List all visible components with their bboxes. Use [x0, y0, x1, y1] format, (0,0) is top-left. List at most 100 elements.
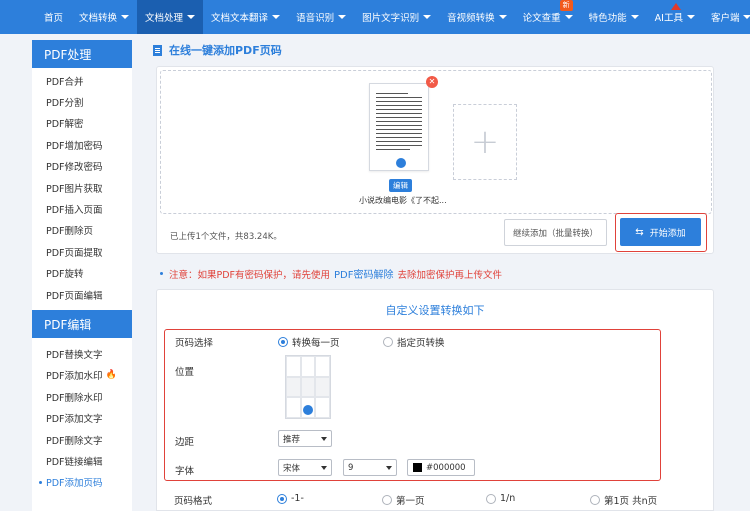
pdf-password-remove-link[interactable]: PDF密码解除: [334, 266, 393, 281]
nav-label: 文档转换: [79, 13, 118, 24]
nav-label: 客户端: [710, 13, 740, 24]
sidebar-item-label: PDF添加水印: [46, 371, 103, 383]
bullet-icon: [160, 272, 163, 275]
chevron-down-icon: [321, 436, 327, 441]
select-value: 宋体: [283, 463, 301, 474]
caret-down-icon: [423, 15, 432, 19]
start-add-button[interactable]: ⇆ 开始添加: [620, 218, 701, 246]
position-cell-top-left[interactable]: [286, 356, 301, 377]
caret-down-icon: [121, 15, 130, 19]
nav-doc-convert[interactable]: 文档转换: [71, 0, 137, 34]
nav-label: 文档处理: [145, 13, 184, 24]
nav-label: 论文查重: [522, 13, 561, 24]
radio-checked-icon: [277, 493, 287, 504]
font-size-select[interactable]: 9: [343, 459, 397, 476]
sidebar-item-pdf-add-page-number[interactable]: PDF添加页码: [32, 472, 132, 493]
nav-ai-tools[interactable]: AI工具: [647, 0, 703, 34]
sidebar-item-pdf-split[interactable]: PDF分割: [32, 91, 132, 112]
nav-home[interactable]: 首页: [36, 0, 71, 34]
nav-client[interactable]: 客户端: [703, 0, 750, 34]
radio-every-page[interactable]: 转换每一页: [278, 335, 340, 349]
position-cell-bottom-right[interactable]: [315, 397, 330, 418]
sidebar-item-pdf-add-watermark[interactable]: PDF添加水印 🔥: [32, 365, 132, 386]
nav-speech[interactable]: 语音识别: [288, 0, 354, 34]
color-swatch-icon: [413, 463, 422, 472]
position-cell-bottom-left[interactable]: [286, 397, 301, 418]
sidebar-item-pdf-add-text[interactable]: PDF添加文字: [32, 407, 132, 428]
margin-select[interactable]: 推荐: [278, 430, 332, 447]
font-family-select[interactable]: 宋体: [278, 459, 332, 476]
sidebar-item-pdf-replace-text[interactable]: PDF替换文字: [32, 343, 132, 364]
nav-label: 图片文字识别: [362, 13, 420, 24]
caret-down-icon: [187, 15, 196, 19]
radio-unchecked-icon: [383, 337, 393, 347]
format-label: 页码格式: [174, 496, 213, 507]
position-cell-middle-left[interactable]: [286, 376, 301, 398]
caret-down-icon: [498, 15, 507, 19]
sidebar-item-pdf-delete-text[interactable]: PDF删除文字: [32, 429, 132, 450]
sidebar-item-pdf-rotate[interactable]: PDF旋转: [32, 263, 132, 284]
page-title-text: 在线一键添加PDF页码: [169, 44, 282, 57]
nav-ocr[interactable]: 图片文字识别: [354, 0, 439, 34]
sidebar-item-pdf-delete-page[interactable]: PDF删除页: [32, 220, 132, 241]
active-dot-icon: [39, 480, 42, 484]
radio-unchecked-icon: [486, 493, 496, 504]
caret-down-icon: [686, 15, 695, 19]
sidebar-item-pdf-merge[interactable]: PDF合并: [32, 70, 132, 91]
password-notice: 注意：如果PDF有密码保护，请先使用 PDF密码解除 去除加密保护再上传文件: [160, 266, 502, 281]
sidebar-item-pdf-extract-images[interactable]: PDF图片获取: [32, 177, 132, 198]
chevron-down-icon: [386, 465, 392, 470]
caret-down-icon: [272, 15, 281, 19]
font-color-input[interactable]: #000000: [407, 459, 475, 476]
margin-label: 边距: [175, 437, 195, 448]
select-value: 推荐: [283, 434, 301, 445]
nav-plagiarism[interactable]: 论文查重 新: [515, 0, 581, 34]
nav-label: 语音识别: [296, 13, 335, 24]
start-button-highlight: ⇆ 开始添加: [615, 213, 707, 252]
hot-arrow-icon: [670, 3, 681, 10]
notice-suffix: 去除加密保护再上传文件: [397, 269, 503, 281]
position-cell-top-right[interactable]: [315, 356, 330, 377]
position-cell-middle-center[interactable]: [300, 376, 316, 398]
selected-position-dot-icon: [303, 405, 313, 415]
radio-format-chinese[interactable]: 第一页: [382, 493, 425, 507]
file-name: 小说改编电影《了不起...: [359, 196, 447, 205]
radio-unchecked-icon: [590, 495, 600, 505]
close-icon[interactable]: ✕: [426, 76, 438, 88]
caret-down-icon: [630, 15, 639, 19]
sidebar-item-pdf-insert-page[interactable]: PDF插入页面: [32, 198, 132, 219]
page-select-label: 页码选择: [175, 338, 214, 349]
page-number-position-dot-icon: [395, 157, 407, 169]
nav-translate[interactable]: 文档文本翻译: [203, 0, 288, 34]
sidebar-item-pdf-decrypt[interactable]: PDF解密: [32, 113, 132, 134]
nav-av-convert[interactable]: 音视频转换: [439, 0, 515, 34]
radio-label: 1/n: [500, 493, 516, 504]
sidebar-section-pdf-edit: PDF编辑: [32, 310, 132, 339]
radio-format-total[interactable]: 第1页 共n页: [590, 493, 657, 507]
notice-prefix: 注意：如果PDF有密码保护，请先使用: [169, 269, 331, 281]
font-label: 字体: [175, 466, 195, 477]
nav-doc-process[interactable]: 文档处理: [137, 0, 204, 34]
sidebar-item-pdf-page-edit[interactable]: PDF页面编辑: [32, 284, 132, 305]
radio-format-fraction[interactable]: 1/n: [486, 493, 515, 504]
radio-format-dash[interactable]: -1-: [277, 493, 304, 504]
position-cell-top-center[interactable]: [300, 356, 316, 377]
sidebar-item-pdf-extract-page[interactable]: PDF页面提取: [32, 241, 132, 262]
radio-label: -1-: [291, 493, 304, 504]
sidebar-item-pdf-link-edit[interactable]: PDF链接编辑: [32, 450, 132, 471]
radio-specific-pages[interactable]: 指定页转换: [383, 335, 445, 349]
settings-title: 自定义设置转换如下: [385, 304, 485, 317]
sidebar-item-pdf-remove-watermark[interactable]: PDF删除水印: [32, 386, 132, 407]
settings-highlight: 页码选择 转换每一页 指定页转换 位置 边距 推荐 字体 宋体 9 #00000…: [164, 329, 661, 481]
sidebar-item-pdf-add-password[interactable]: PDF增加密码: [32, 134, 132, 155]
edit-button[interactable]: 编辑: [389, 179, 412, 192]
nav-features[interactable]: 特色功能: [581, 0, 647, 34]
continue-add-button[interactable]: 继续添加（批量转换）: [504, 219, 607, 246]
position-cell-middle-right[interactable]: [315, 376, 330, 398]
caret-down-icon: [564, 15, 573, 19]
sidebar-item-pdf-change-password[interactable]: PDF修改密码: [32, 156, 132, 177]
upload-drop-area[interactable]: ✕ 编辑 小说改编电影《了不起... +: [160, 70, 712, 214]
swap-icon: ⇆: [635, 226, 644, 238]
add-file-button[interactable]: +: [453, 104, 517, 180]
sidebar-section-pdf-process: PDF处理: [32, 40, 132, 68]
